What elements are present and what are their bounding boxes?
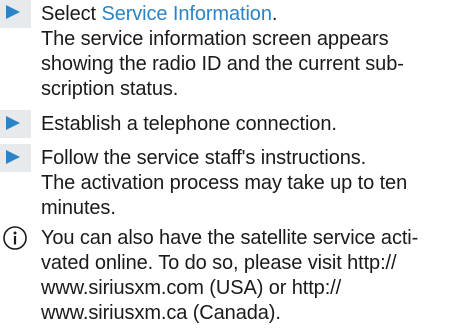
step-action-prefix: Select	[41, 3, 102, 25]
note-line: vated online. To do so, please visit htt…	[41, 252, 397, 274]
instruction-document: Select Service Information. The service …	[0, 0, 469, 328]
service-information-link[interactable]: Service Information	[101, 3, 272, 25]
step-result-line: The service information screen appears	[41, 28, 389, 50]
note-line: www.siriusxm.ca (Canada).	[41, 302, 281, 324]
step-marker	[0, 144, 31, 172]
step-action: Follow the service staff's instructions.	[41, 147, 367, 169]
note-line: You can also have the satellite service …	[41, 227, 419, 249]
step-follow-instructions: Follow the service staff's instructions.…	[0, 140, 469, 220]
step-establish-telephone-connection: Establish a telephone connection.	[0, 104, 469, 140]
step-result-line: scription status.	[41, 78, 179, 100]
step-arrow-icon	[6, 116, 20, 130]
info-icon	[3, 226, 27, 250]
step-arrow-icon	[6, 150, 20, 164]
step-action: Select Service Information.	[41, 2, 277, 26]
step-result-line: The activation process may take up to te…	[41, 172, 408, 194]
step-marker	[0, 0, 31, 28]
step-result-line: minutes.	[41, 197, 116, 219]
note-line: www.siriusxm.com (USA) or http://	[41, 277, 342, 299]
step-action-suffix: .	[271, 3, 278, 25]
step-arrow-icon	[6, 5, 20, 19]
step-marker	[0, 110, 31, 138]
step-action: Establish a telephone connection.	[41, 113, 337, 135]
step-select-service-information: Select Service Information. The service …	[0, 0, 469, 104]
step-result-line: showing the radio ID and the current sub…	[41, 53, 404, 75]
